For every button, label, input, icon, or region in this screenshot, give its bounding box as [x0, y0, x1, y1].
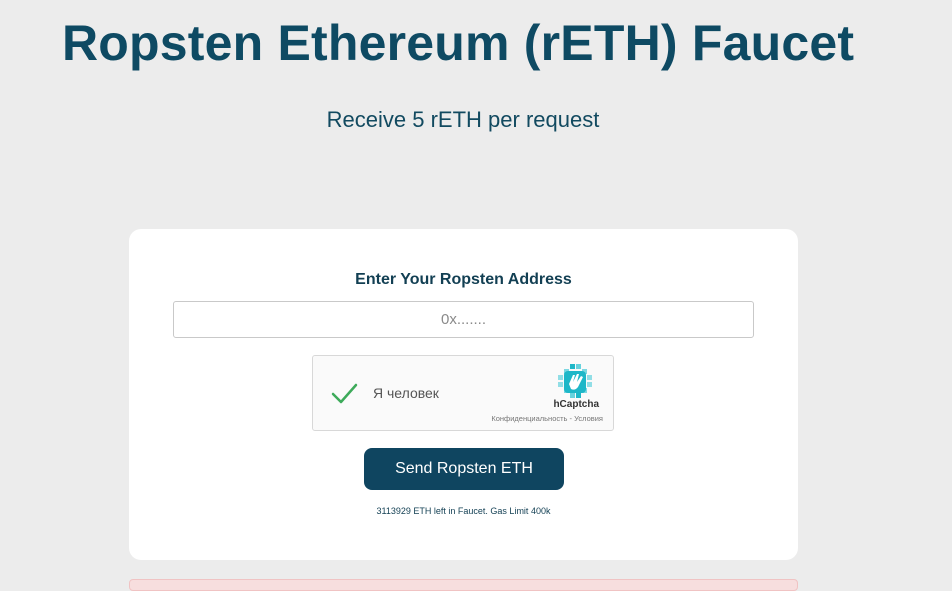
hcaptcha-logo-icon [558, 364, 592, 398]
checkmark-icon[interactable] [329, 380, 359, 408]
hcaptcha-widget: Я человек hCaptcha Конфиденциальность - … [312, 355, 614, 431]
captcha-links[interactable]: Конфиденциальность - Условия [491, 414, 603, 423]
page-title: Ropsten Ethereum (rETH) Faucet [62, 15, 855, 71]
captcha-label: Я человек [373, 385, 439, 401]
alert-banner [129, 579, 798, 591]
faucet-card: Enter Your Ropsten Address Я человек hCa… [129, 229, 798, 560]
captcha-brand: hCaptcha [553, 399, 599, 410]
page-subtitle: Receive 5 rETH per request [326, 107, 600, 132]
send-button[interactable]: Send Ropsten ETH [364, 448, 564, 490]
address-input[interactable] [173, 301, 754, 338]
faucet-balance-note: 3113929 ETH left in Faucet. Gas Limit 40… [376, 506, 551, 516]
address-label: Enter Your Ropsten Address [355, 271, 572, 288]
